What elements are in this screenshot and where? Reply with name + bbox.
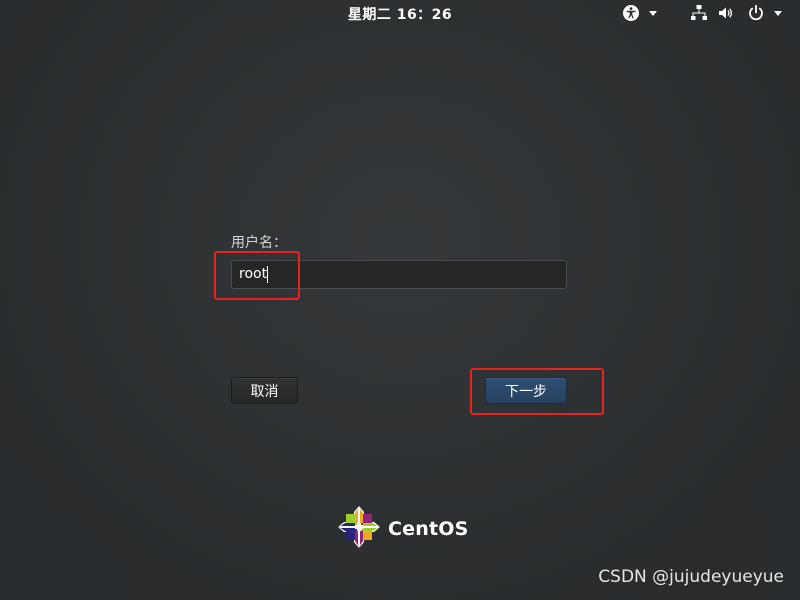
accessibility-icon[interactable] xyxy=(622,4,640,22)
watermark: CSDN @jujudeyueyue xyxy=(598,567,784,587)
annotation-box-next xyxy=(470,368,604,415)
clock[interactable]: 星期二 16：26 xyxy=(0,4,800,24)
annotation-box-username xyxy=(214,251,300,300)
top-bar: 星期二 16：26 xyxy=(0,0,800,27)
power-icon[interactable] xyxy=(747,4,765,22)
system-menu[interactable] xyxy=(690,4,782,22)
chevron-down-icon[interactable] xyxy=(649,10,657,16)
centos-logo: CentOS xyxy=(337,505,468,553)
network-wired-icon[interactable] xyxy=(690,4,708,22)
logo-text: CentOS xyxy=(388,518,469,540)
accessibility-menu[interactable] xyxy=(622,4,657,22)
cancel-button[interactable]: 取消 xyxy=(231,377,298,404)
volume-icon[interactable] xyxy=(717,4,735,22)
username-label: 用户名： xyxy=(231,235,287,251)
chevron-down-icon[interactable] xyxy=(774,10,782,16)
centos-emblem-icon xyxy=(337,505,381,553)
